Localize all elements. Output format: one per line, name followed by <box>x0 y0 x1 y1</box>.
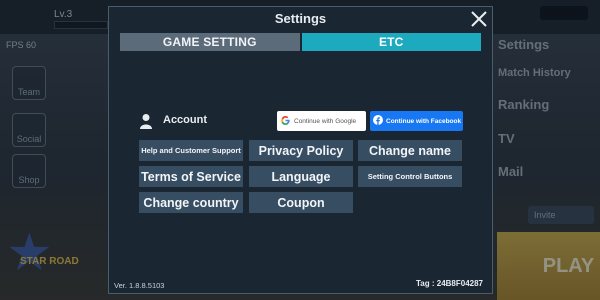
change-name-button[interactable]: Change name <box>358 140 462 161</box>
settings-dialog: Settings GAME SETTING ETC Account Contin… <box>108 6 493 294</box>
language-button[interactable]: Language <box>249 166 353 187</box>
person-icon <box>139 113 153 129</box>
google-icon <box>281 112 290 130</box>
tab-game-setting[interactable]: GAME SETTING <box>120 33 300 51</box>
account-row: Account Continue with Google Continue wi… <box>139 111 464 131</box>
change-country-button[interactable]: Change country <box>139 192 243 213</box>
help-support-button[interactable]: Help and Customer Support <box>139 140 243 161</box>
facebook-icon <box>373 112 383 130</box>
close-icon[interactable] <box>468 8 490 30</box>
dialog-title: Settings <box>274 11 327 26</box>
user-tag: Tag : 24B8F04287 <box>416 279 483 288</box>
version-label: Ver. 1.8.8.5103 <box>114 281 165 290</box>
terms-of-service-button[interactable]: Terms of Service <box>139 166 243 187</box>
facebook-login-button[interactable]: Continue with Facebook <box>370 111 463 131</box>
control-buttons-button[interactable]: Setting Control Buttons <box>358 166 462 187</box>
privacy-policy-button[interactable]: Privacy Policy <box>249 140 353 161</box>
facebook-login-label: Continue with Facebook <box>386 117 462 125</box>
coupon-button[interactable]: Coupon <box>249 192 353 213</box>
tab-etc[interactable]: ETC <box>301 33 481 51</box>
dialog-header: Settings <box>109 7 492 29</box>
account-label: Account <box>163 114 207 126</box>
google-login-label: Continue with Google <box>294 117 357 125</box>
settings-tabs: GAME SETTING ETC <box>120 33 481 51</box>
google-login-button[interactable]: Continue with Google <box>277 111 366 131</box>
